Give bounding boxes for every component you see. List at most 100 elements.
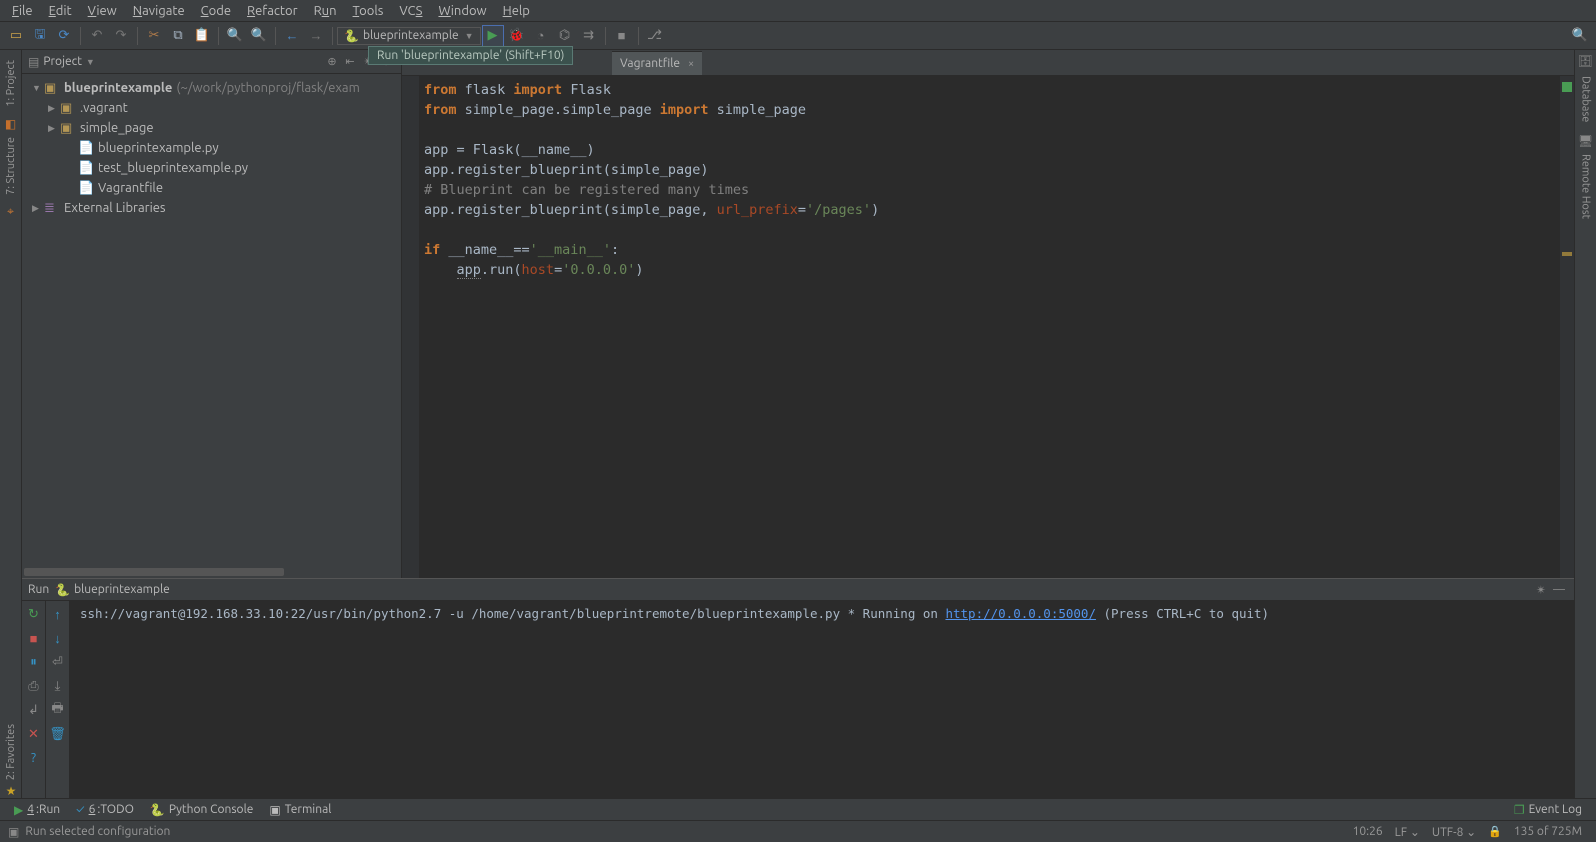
dump-threads-button[interactable]: ⎙ xyxy=(25,677,43,695)
file-icon: 📄 xyxy=(78,181,94,196)
run-button[interactable]: ▶ xyxy=(482,25,504,47)
sidetab-remote-host[interactable]: Remote Host xyxy=(1578,148,1594,225)
tool-todo-button[interactable]: ✓ 6: TODO xyxy=(68,803,142,816)
run-console[interactable]: ssh://vagrant@192.168.33.10:22/usr/bin/p… xyxy=(70,601,1574,798)
replace-icon[interactable]: 🔍 xyxy=(248,25,270,47)
line-separator[interactable]: LF ⌄ xyxy=(1389,825,1426,839)
hide-icon[interactable]: — xyxy=(1550,583,1568,596)
code-editor[interactable]: from flask import Flask from simple_page… xyxy=(420,76,1560,578)
print-button[interactable]: 🖶 xyxy=(49,701,67,719)
todo-icon: ✓ xyxy=(76,803,84,816)
cut-icon[interactable]: ✂ xyxy=(143,25,165,47)
database-icon[interactable]: 🗄 xyxy=(1578,54,1593,68)
console-line: ssh://vagrant@192.168.33.10:22/usr/bin/p… xyxy=(80,606,840,621)
star-icon[interactable]: ★ xyxy=(6,784,17,798)
down-button[interactable]: ↓ xyxy=(49,629,67,647)
scroll-from-source-icon[interactable]: ⊕ xyxy=(323,55,341,68)
sidetab-structure[interactable]: 7: Structure xyxy=(3,131,19,201)
open-icon[interactable]: ▭ xyxy=(5,25,27,47)
sidetab-project[interactable]: 1: Project xyxy=(3,54,19,113)
menu-help[interactable]: Help xyxy=(495,2,538,20)
help-button[interactable]: ? xyxy=(25,749,43,767)
tree-item-folder[interactable]: ▶▣ simple_page xyxy=(26,118,401,138)
project-title[interactable]: Project xyxy=(43,55,82,68)
stop-button[interactable]: ■ xyxy=(25,629,43,647)
tree-root[interactable]: ▼ ▣ blueprintexample (~/work/pythonproj/… xyxy=(26,78,401,98)
remote-host-icon[interactable]: 🖥 xyxy=(1578,134,1593,148)
project-tree[interactable]: ▼ ▣ blueprintexample (~/work/pythonproj/… xyxy=(22,74,401,568)
close-icon[interactable]: × xyxy=(688,58,694,70)
run-title-prefix: Run xyxy=(28,583,49,596)
search-everywhere-icon[interactable]: 🔍 xyxy=(1569,25,1591,47)
readonly-toggle[interactable]: 🔒 xyxy=(1482,825,1508,838)
concurrency-button[interactable]: ⇉ xyxy=(578,25,600,47)
python-file-icon: 📄 xyxy=(78,141,94,156)
project-header: ▤ Project ▼ ⊕ ⇤ ✴ ⚙ xyxy=(22,50,401,74)
tree-item-file[interactable]: 📄 test_blueprintexample.py xyxy=(26,158,401,178)
tool-run-button[interactable]: ▶ 4: Run xyxy=(6,803,68,817)
profile-button[interactable]: ⌬ xyxy=(554,25,576,47)
tool-terminal-button[interactable]: ▣ Terminal xyxy=(261,803,339,817)
menu-run[interactable]: Run xyxy=(306,2,345,20)
db-icon[interactable]: ◧ xyxy=(5,117,16,131)
tool-python-console-button[interactable]: 🐍 Python Console xyxy=(142,803,261,817)
caret-position[interactable]: 10:26 xyxy=(1347,825,1389,838)
menu-vcs[interactable]: VCS xyxy=(391,2,430,20)
menu-navigate[interactable]: Navigate xyxy=(125,2,193,20)
h-scrollbar[interactable] xyxy=(22,568,401,578)
memory-indicator[interactable]: 135 of 725M xyxy=(1508,825,1588,838)
rerun-button[interactable]: ↻ xyxy=(25,605,43,623)
error-stripe[interactable] xyxy=(1560,76,1574,578)
editor-gutter[interactable] xyxy=(402,76,420,578)
toolwindow-toggle-icon[interactable]: ▣ xyxy=(8,825,19,839)
forward-icon[interactable]: → xyxy=(305,25,327,47)
tree-item-file[interactable]: 📄 Vagrantfile xyxy=(26,178,401,198)
menu-window[interactable]: Window xyxy=(430,2,494,20)
event-log-button[interactable]: ❐ Event Log xyxy=(1506,803,1590,817)
menu-tools[interactable]: Tools xyxy=(345,2,392,20)
menu-code[interactable]: Code xyxy=(193,2,239,20)
vcs-icon[interactable]: ⎇ xyxy=(644,25,666,47)
editor-tab[interactable]: Vagrantfile × xyxy=(612,51,702,75)
sidetab-database[interactable]: Database xyxy=(1578,70,1594,128)
up-button[interactable]: ↑ xyxy=(49,605,67,623)
copy-icon[interactable]: ⧉ xyxy=(167,25,189,47)
paste-icon[interactable]: 📋 xyxy=(191,25,213,47)
encoding[interactable]: UTF-8 ⌄ xyxy=(1426,825,1482,839)
pause-button[interactable]: ⏸ xyxy=(25,653,43,671)
structure-icon[interactable]: ⌖ xyxy=(7,205,14,219)
sync-icon[interactable]: ⟳ xyxy=(53,25,75,47)
project-tool-window: ▤ Project ▼ ⊕ ⇤ ✴ ⚙ ▼ ▣ blueprintexample… xyxy=(22,50,402,578)
debug-button[interactable]: 🐞 xyxy=(506,25,528,47)
close-button[interactable]: ✕ xyxy=(25,725,43,743)
tree-item-folder[interactable]: ▶▣ .vagrant xyxy=(26,98,401,118)
chevron-down-icon[interactable]: ▼ xyxy=(86,57,95,67)
tree-item-file[interactable]: 📄 blueprintexample.py xyxy=(26,138,401,158)
stop-button[interactable]: ■ xyxy=(611,25,633,47)
gear-icon[interactable]: ✴ xyxy=(1532,583,1550,597)
soft-wrap-button[interactable]: ⏎ xyxy=(49,653,67,671)
collapse-all-icon[interactable]: ⇤ xyxy=(341,55,359,68)
undo-icon[interactable]: ↶ xyxy=(86,25,108,47)
find-icon[interactable]: 🔍 xyxy=(224,25,246,47)
warning-marker[interactable] xyxy=(1562,252,1572,256)
run-config-selector[interactable]: 🐍 blueprintexample ▼ xyxy=(337,27,481,45)
sidetab-favorites[interactable]: 2: Favorites xyxy=(5,724,17,780)
tree-external-libraries[interactable]: ▶≣ External Libraries xyxy=(26,198,401,218)
menu-edit[interactable]: Edit xyxy=(41,2,80,20)
clear-button[interactable]: 🗑 xyxy=(49,725,67,743)
menu-file[interactable]: File xyxy=(4,2,41,20)
play-icon: ▶ xyxy=(14,803,23,817)
separator xyxy=(218,27,219,45)
save-icon[interactable]: 🖫 xyxy=(29,25,51,47)
coverage-button[interactable]: ◔ xyxy=(530,25,552,47)
console-url-link[interactable]: http://0.0.0.0:5000/ xyxy=(945,606,1096,621)
menu-refactor[interactable]: Refactor xyxy=(239,2,306,20)
menu-bar: File Edit View Navigate Code Refactor Ru… xyxy=(0,0,1596,22)
redo-icon[interactable]: ↷ xyxy=(110,25,132,47)
back-icon[interactable]: ← xyxy=(281,25,303,47)
menu-view[interactable]: View xyxy=(80,2,125,20)
right-tool-strip: 🗄 Database 🖥 Remote Host xyxy=(1574,50,1596,798)
scroll-end-button[interactable]: ⤓ xyxy=(49,677,67,695)
restore-layout-button[interactable]: ↲ xyxy=(25,701,43,719)
